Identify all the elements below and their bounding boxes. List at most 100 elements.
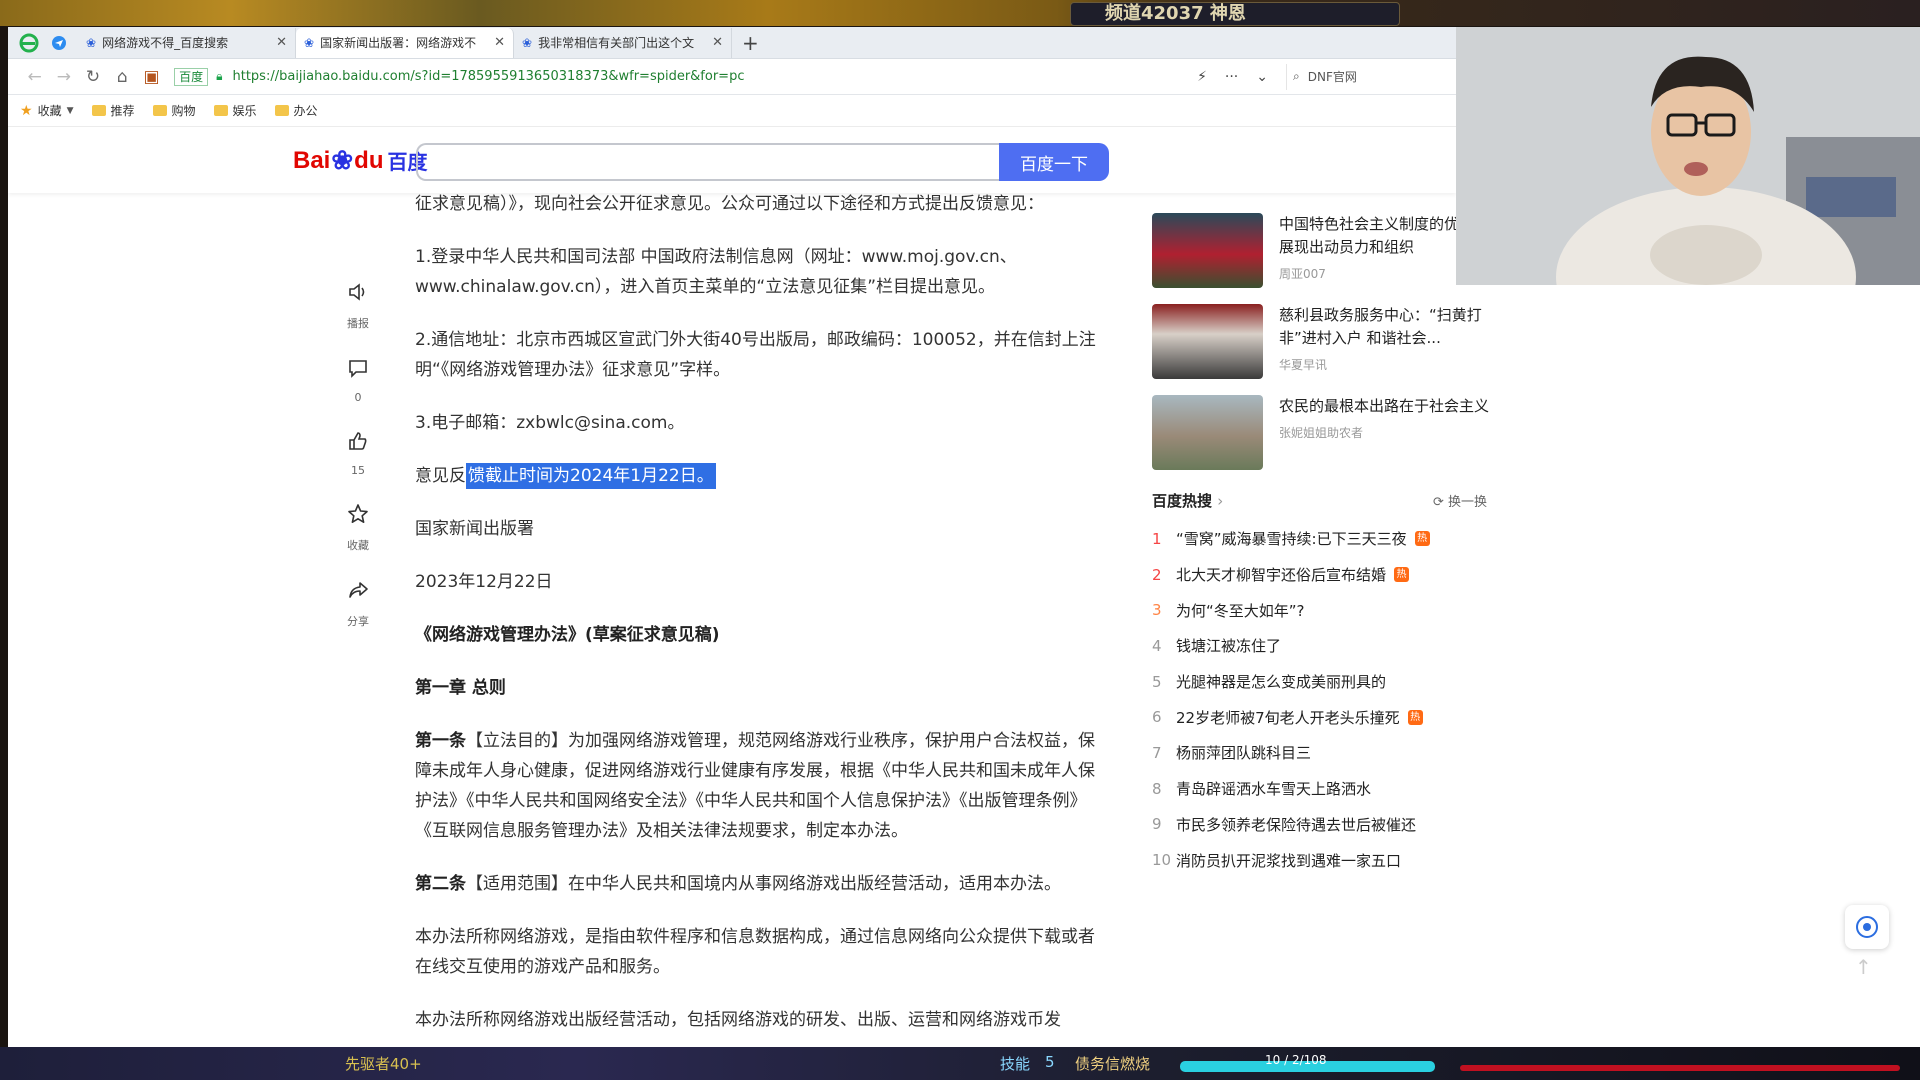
folder-icon — [91, 105, 106, 116]
like-button[interactable]: 15 — [330, 426, 386, 477]
hot-text: 为何“冬至大如年”? — [1176, 601, 1305, 620]
bookmark-entertainment[interactable]: 娱乐 — [213, 102, 257, 119]
comment-button[interactable]: 0 — [330, 353, 386, 404]
favorite-button[interactable]: 收藏 — [330, 499, 386, 553]
article-paragraph: 第二条【适用范围】在中华人民共和国境内从事网络游戏出版经营活动，适用本办法。 — [415, 869, 1105, 899]
favorite-label: 收藏 — [347, 539, 369, 552]
feedback-widget[interactable] — [1845, 905, 1889, 949]
tab-title: 网络游戏不得_百度搜索 — [102, 36, 229, 50]
lightning-icon[interactable]: ⚡︎ — [1197, 69, 1207, 85]
browser-search-input[interactable]: ⌕ DNF官网 — [1286, 63, 1446, 90]
forward-icon[interactable]: → — [49, 67, 78, 87]
hot-item[interactable]: 6 22岁老师被7旬老人开老头乐撞死热 — [1152, 699, 1497, 735]
feedback-icon — [1856, 916, 1878, 938]
extension-icon[interactable]: ▣ — [137, 67, 166, 87]
bookmark-label: 办公 — [293, 104, 318, 118]
news-source: 张妮姐姐助农者 — [1279, 426, 1364, 440]
send-icon[interactable] — [48, 32, 70, 54]
bookmark-shopping[interactable]: 购物 — [152, 102, 196, 119]
back-to-top-icon[interactable]: ↑ — [1855, 955, 1872, 979]
hot-item[interactable]: 5 光腿神器是怎么变成美丽刑具的 — [1152, 664, 1497, 700]
hot-item[interactable]: 10 消防员扒开泥浆找到遇难一家五口 — [1152, 842, 1497, 878]
tab-other[interactable]: ❀ 我非常相信有关部门出这个文 ✕ — [514, 27, 732, 58]
hot-badge: 热 — [1394, 567, 1410, 583]
back-icon[interactable]: ← — [20, 67, 49, 87]
folder-icon — [213, 105, 228, 116]
hot-item[interactable]: 3 为何“冬至大如年”? — [1152, 592, 1497, 628]
hot-item[interactable]: 7 杨丽萍团队跳科目三 — [1152, 735, 1497, 771]
news-item[interactable]: 中国特色社会主义制度的优势，展现出动员力和组织 周亚007 — [1152, 213, 1497, 288]
article-paragraph: 本办法所称网络游戏，是指由软件程序和信息数据构成，通过信息网络向公众提供下载或者… — [415, 927, 1095, 977]
article-side-actions: 播报 0 15 收藏 分享 — [330, 277, 386, 651]
chevron-down-icon[interactable]: ⌄ — [1256, 69, 1268, 85]
news-thumbnail — [1152, 395, 1263, 470]
article-date: 2023年12月22日 — [415, 572, 553, 592]
broadcast-label: 播报 — [347, 317, 369, 330]
bookmark-office[interactable]: 办公 — [274, 102, 318, 119]
hot-rank: 6 — [1152, 708, 1162, 727]
hot-rank: 8 — [1152, 779, 1162, 798]
tab-article[interactable]: ❀ 国家新闻出版署：网络游戏不 ✕ — [296, 27, 514, 58]
article-paragraph: 征求意见稿）》，现向社会公开征求意见。公众可通过以下途径和方式提出反馈意见： — [415, 194, 1044, 214]
thumbs-up-icon — [343, 426, 373, 456]
hot-badge: 热 — [1414, 531, 1430, 547]
hot-text: 光腿神器是怎么变成美丽刑具的 — [1176, 673, 1387, 692]
more-icon[interactable]: ··· — [1225, 69, 1238, 85]
bookmark-recommend[interactable]: 推荐 — [91, 102, 135, 119]
url-field[interactable]: 百度 🔒︎ https://baijiahao.baidu.com/s?id=1… — [174, 63, 1197, 91]
selected-text[interactable]: 馈截止时间为2024年1月22日。 — [466, 463, 716, 489]
news-thumbnail — [1152, 304, 1263, 379]
hot-search-header: 百度热搜 › ⟳ 换一换 — [1152, 490, 1487, 511]
folder-icon — [152, 105, 167, 116]
star-outline-icon — [343, 499, 373, 529]
hot-rank: 9 — [1152, 815, 1162, 834]
article-body: 征求意见稿）》，现向社会公开征求意见。公众可通过以下途径和方式提出反馈意见： 1… — [415, 189, 1105, 1047]
article-paragraph: 3.电子邮箱：zxbwlc@sina.com。 — [415, 413, 685, 433]
tab-close-icon[interactable]: ✕ — [712, 35, 723, 50]
search-icon: ⌕ — [1293, 69, 1300, 83]
article-number: 第二条 — [415, 874, 466, 894]
game-bottom-hud: 先驱者40+ 技能 5 债务信燃烧 10 / 2/108 — [0, 1047, 1920, 1080]
site-tag: 百度 — [174, 67, 209, 86]
lock-icon: 🔒︎ — [216, 69, 223, 83]
hot-item[interactable]: 9 市民多领养老保险待遇去世后被催还 — [1152, 807, 1497, 843]
hot-rank: 4 — [1152, 636, 1162, 655]
bookmarks-bar: ★ 收藏 ▼ 推荐 购物 娱乐 办公 — [8, 95, 1456, 127]
streamer-figure — [1456, 27, 1920, 285]
hot-search-title[interactable]: 百度热搜 › — [1152, 490, 1223, 511]
hot-text: 青岛辟谣洒水车雪天上路洒水 — [1176, 780, 1372, 799]
hot-text: 消防员扒开泥浆找到遇难一家五口 — [1176, 851, 1402, 870]
hot-item[interactable]: 8 青岛辟谣洒水车雪天上路洒水 — [1152, 771, 1497, 807]
hot-text: 市民多领养老保险待遇去世后被催还 — [1176, 815, 1417, 834]
hot-item[interactable]: 1 “雪窝”威海暴雪持续:已下三天三夜热 — [1152, 521, 1497, 557]
article-paragraph: 1.登录中华人民共和国司法部 中国政府法制信息网（网址：www.moj.gov.… — [415, 247, 1017, 297]
baidu-logo[interactable]: Bai ❀ du 百度 — [293, 145, 427, 176]
home-icon[interactable]: ⌂ — [108, 67, 137, 87]
hot-text: “雪窝”威海暴雪持续:已下三天三夜 — [1176, 530, 1407, 549]
broadcast-button[interactable]: 播报 — [330, 277, 386, 331]
hot-item[interactable]: 4 钱塘江被冻住了 — [1152, 628, 1497, 664]
tab-close-icon[interactable]: ✕ — [276, 35, 287, 50]
webcam-overlay — [1456, 27, 1920, 285]
bookmark-label: 娱乐 — [232, 104, 257, 118]
tab-close-icon[interactable]: ✕ — [494, 35, 505, 50]
comment-icon — [343, 353, 373, 383]
baidu-search-button[interactable]: 百度一下 — [999, 143, 1109, 181]
share-button[interactable]: 分享 — [330, 575, 386, 629]
reload-icon[interactable]: ↻ — [78, 67, 107, 87]
baidu-search-input[interactable] — [416, 143, 1001, 181]
new-tab-button[interactable]: + — [742, 31, 759, 55]
bookmark-favorites[interactable]: ★ 收藏 ▼ — [20, 102, 74, 119]
tab-search-result[interactable]: ❀ 网络游戏不得_百度搜索 ✕ — [78, 27, 296, 58]
hot-item[interactable]: 2 北大天才柳智宇还俗后宣布结婚热 — [1152, 557, 1497, 593]
hot-rank: 5 — [1152, 672, 1162, 691]
article-paragraph-deadline: 意见反 馈截止时间为2024年1月22日。 — [415, 461, 1105, 491]
browser-logo-icon[interactable] — [18, 32, 40, 54]
comment-count: 0 — [354, 391, 362, 404]
news-item[interactable]: 慈利县政务服务中心：“扫黄打非”进村入户 和谐社会... 华夏早讯 — [1152, 304, 1497, 379]
refresh-icon: ⟳ — [1432, 495, 1444, 510]
refresh-button[interactable]: ⟳ 换一换 — [1433, 491, 1487, 510]
news-item[interactable]: 农民的最根本出路在于社会主义 张妮姐姐助农者 — [1152, 395, 1497, 470]
tab-title: 我非常相信有关部门出这个文 — [538, 36, 695, 50]
news-thumbnail — [1152, 213, 1263, 288]
